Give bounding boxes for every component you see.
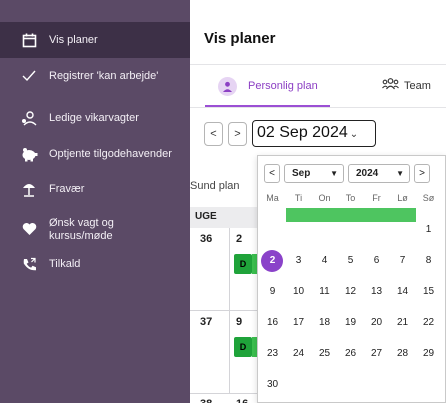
day-number: 2 [236, 233, 243, 245]
week-number: 37 [200, 316, 213, 328]
calendar-day[interactable]: 27 [364, 343, 389, 365]
calendar-day[interactable]: 28 [390, 343, 415, 365]
sidebar-item-vis-planer[interactable]: Vis planer [0, 22, 190, 58]
sidebar: Vis planer Registrer 'kan arbejde' Ledig… [0, 0, 190, 403]
weekday-label: Ti [294, 193, 303, 203]
week-column-header: UGE [195, 211, 217, 222]
day-number: 9 [236, 316, 243, 328]
calendar-day-selected[interactable]: 2 [260, 250, 285, 272]
calendar-day[interactable]: 21 [390, 312, 415, 334]
calendar-day[interactable]: 11 [312, 281, 337, 303]
sidebar-item-tilkald[interactable]: Tilkald [0, 250, 190, 278]
year-select[interactable]: 2024 ▼ [348, 164, 410, 183]
sidebar-item-onsk-vagt[interactable]: Ønsk vagt og kursus/møde [0, 212, 190, 246]
sidebar-item-ledige-vikarvagter[interactable]: Ledige vikarvagter [0, 102, 190, 134]
week-number: 38 [200, 398, 212, 403]
beach-umbrella-icon [20, 180, 38, 198]
person-search-icon [20, 109, 38, 127]
divider [190, 107, 446, 108]
weekday-label: Fr [372, 193, 381, 203]
sidebar-item-label: Vis planer [49, 34, 98, 46]
sidebar-item-label: Ledige vikarvagter [49, 112, 139, 124]
sidebar-item-registrer[interactable]: Registrer 'kan arbejde' [0, 60, 190, 92]
calendar-day[interactable]: 8 [416, 250, 441, 272]
heart-icon [20, 220, 38, 238]
calendar-day[interactable]: 18 [312, 312, 337, 334]
prev-date-button[interactable]: < [204, 122, 223, 146]
weekday-label: Sø [422, 193, 435, 203]
next-month-button[interactable]: > [414, 164, 430, 183]
year-value: 2024 [356, 168, 379, 179]
calendar-day[interactable]: 17 [286, 312, 311, 334]
next-date-button[interactable]: > [228, 122, 247, 146]
shift-bar [286, 208, 416, 222]
calendar-day[interactable]: 1 [416, 219, 441, 241]
calendar-day[interactable]: 5 [338, 250, 363, 272]
weekday-label: Ma [266, 193, 279, 203]
calendar-day[interactable]: 25 [312, 343, 337, 365]
calendar-day[interactable]: 13 [364, 281, 389, 303]
calendar-day[interactable]: 10 [286, 281, 311, 303]
group-icon [382, 78, 399, 96]
calendar-day[interactable]: 24 [286, 343, 311, 365]
calendar-day[interactable]: 3 [286, 250, 311, 272]
sidebar-item-label: Registrer 'kan arbejde' [49, 70, 159, 82]
page-title: Vis planer [204, 30, 276, 47]
calendar-day[interactable]: 23 [260, 343, 285, 365]
shift-block[interactable]: D [234, 337, 252, 357]
calendar-day[interactable]: 20 [364, 312, 389, 334]
person-icon [218, 77, 237, 96]
sidebar-item-label: Fravær [49, 183, 85, 195]
date-picker-input[interactable]: 02 Sep 2024 ⌄ [252, 120, 376, 147]
calendar-day[interactable]: 4 [312, 250, 337, 272]
sidebar-item-label: Optjente tilgodehavender [49, 148, 172, 160]
calendar-icon [20, 31, 38, 49]
calendar-day[interactable]: 26 [338, 343, 363, 365]
calendar-day[interactable]: 7 [390, 250, 415, 272]
calendar-day[interactable]: 19 [338, 312, 363, 334]
shift-block[interactable]: D [234, 254, 252, 274]
day-number: 16 [236, 398, 248, 403]
weekday-label: To [345, 193, 356, 203]
prev-month-button[interactable]: < [264, 164, 280, 183]
caret-down-icon: ▼ [396, 169, 404, 178]
calendar-day[interactable]: 15 [416, 281, 441, 303]
checkmark-icon [20, 67, 38, 85]
month-value: Sep [292, 168, 311, 179]
sidebar-item-label: Ønsk vagt og kursus/møde [49, 217, 114, 242]
calendar-day[interactable]: 16 [260, 312, 285, 334]
date-picker-calendar: < Sep ▼ 2024 ▼ > Ma Ti On To Fr Lø Sø 1234567891… [257, 155, 446, 403]
calendar-day[interactable]: 22 [416, 312, 441, 334]
tab-label: Team [404, 80, 431, 92]
calendar-day[interactable]: 12 [338, 281, 363, 303]
piggy-bank-icon [20, 145, 38, 163]
calendar-day[interactable]: 30 [260, 374, 285, 396]
calendar-day[interactable]: 9 [260, 281, 285, 303]
date-value: 02 Sep 2024 [257, 124, 348, 141]
calendar-day[interactable]: 6 [364, 250, 389, 272]
app-root: Vis planer Registrer 'kan arbejde' Ledig… [0, 0, 446, 403]
month-select[interactable]: Sep ▼ [284, 164, 344, 183]
tab-label: Personlig plan [248, 80, 318, 92]
sidebar-item-label: Tilkald [49, 258, 81, 270]
sidebar-item-optjente[interactable]: Optjente tilgodehavender [0, 138, 190, 170]
week-number: 36 [200, 233, 213, 245]
tab-team[interactable]: Team [382, 65, 446, 107]
chevron-down-icon: ⌄ [349, 129, 359, 140]
sidebar-item-fravaer[interactable]: Fravær [0, 174, 190, 204]
caret-down-icon: ▼ [330, 169, 338, 178]
weekday-label: On [318, 193, 331, 203]
weekday-label: Lø [397, 193, 408, 203]
plan-name: Sund plan [190, 180, 240, 192]
calendar-day[interactable]: 29 [416, 343, 441, 365]
calendar-day[interactable]: 14 [390, 281, 415, 303]
tab-personlig-plan[interactable]: Personlig plan [190, 65, 330, 107]
phone-call-icon [20, 255, 38, 273]
